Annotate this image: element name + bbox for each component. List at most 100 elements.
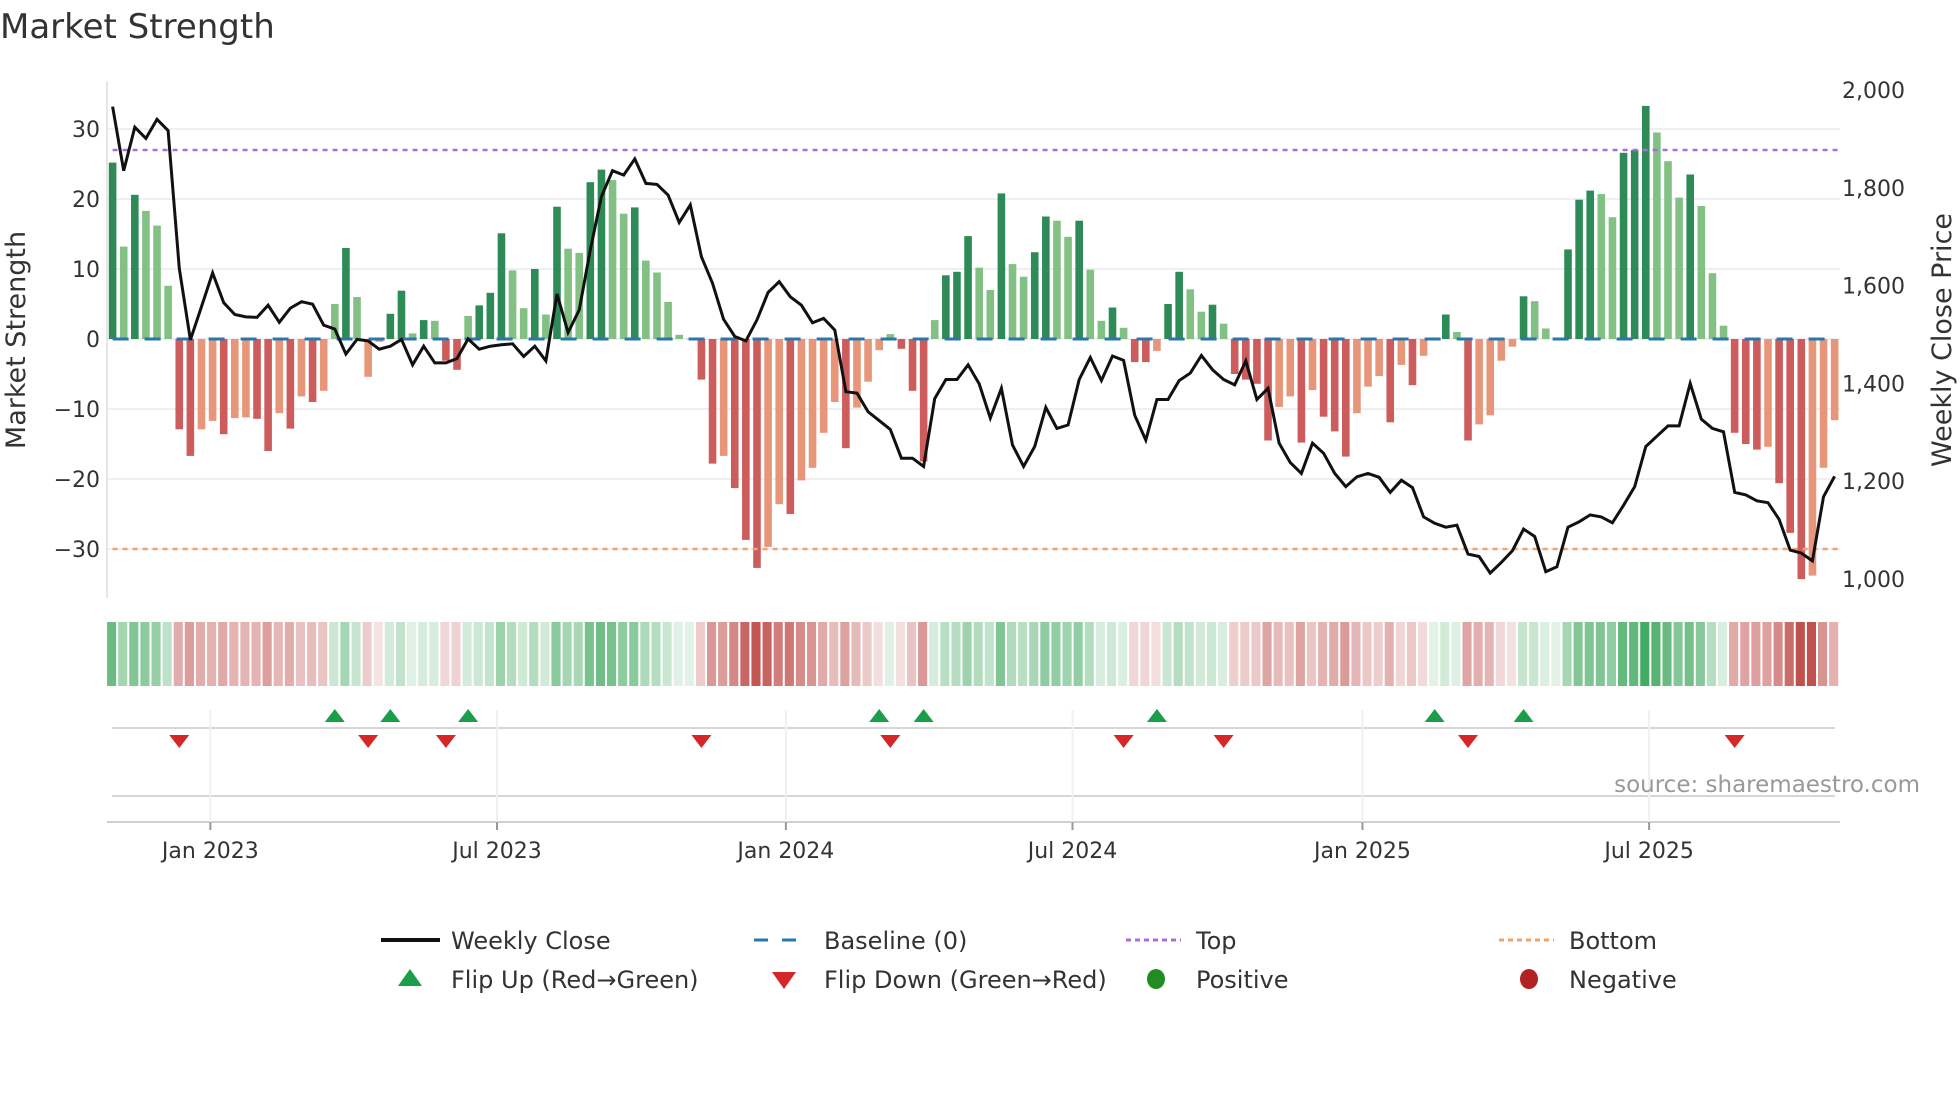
- strength-bar: [1719, 325, 1728, 339]
- legend-negative: Negative: [1569, 966, 1677, 994]
- heat-cell: [1595, 622, 1605, 686]
- strength-bar: [1664, 161, 1672, 339]
- heat-cell: [618, 622, 628, 686]
- strength-bar: [1386, 339, 1395, 423]
- strength-bar: [764, 339, 772, 547]
- y2-ticks: 2,000 1,800 1,600 1,400 1,200 1,000: [1842, 79, 1905, 593]
- strength-bar: [1375, 339, 1383, 377]
- strength-bar: [1230, 339, 1239, 374]
- strength-bar: [1008, 264, 1017, 339]
- y-tick-label: −30: [54, 538, 100, 563]
- heat-cell: [418, 622, 428, 686]
- strength-bar: [1653, 132, 1661, 339]
- heat-cell: [740, 622, 750, 686]
- heat-cell: [351, 622, 361, 686]
- heat-cell: [307, 622, 317, 686]
- strength-bar: [1342, 339, 1350, 457]
- strength-bar: [708, 339, 717, 464]
- strength-bar: [608, 180, 617, 339]
- strength-bar: [1286, 339, 1295, 397]
- strength-bar: [353, 297, 361, 339]
- heat-cell: [518, 622, 528, 686]
- heat-cell: [806, 622, 817, 686]
- strength-bar: [264, 339, 272, 451]
- heat-cell: [929, 622, 939, 686]
- strength-bar: [1697, 206, 1706, 339]
- heat-cell: [1618, 622, 1628, 686]
- strength-bar: [842, 339, 850, 449]
- strength-bar: [1564, 249, 1572, 339]
- heat-cell: [918, 622, 928, 686]
- flip-down-icon: [772, 972, 796, 989]
- strength-bar: [775, 339, 783, 505]
- heat-cell: [1206, 622, 1217, 686]
- legend-top: Top: [1195, 927, 1237, 955]
- strength-bar: [1775, 339, 1783, 484]
- heat-cell: [640, 622, 650, 686]
- strength-bar: [1042, 216, 1050, 339]
- strength-bar: [197, 339, 206, 430]
- strength-bar: [208, 339, 217, 421]
- strength-bar: [1408, 339, 1417, 386]
- strength-bar: [286, 339, 295, 429]
- heat-cell: [784, 622, 794, 686]
- strength-bar: [1119, 327, 1128, 339]
- heat-cell: [1518, 622, 1528, 686]
- heat-cell: [195, 622, 206, 686]
- flip-up-marker: [458, 709, 479, 722]
- y2-tick-label: 1,800: [1842, 177, 1905, 202]
- strength-bar: [653, 272, 661, 339]
- heat-cell: [551, 622, 561, 686]
- heat-cell: [584, 622, 594, 686]
- strength-bar: [1419, 339, 1428, 356]
- x-tick-label: Jan 2025: [1312, 839, 1411, 864]
- heat-cell: [1762, 622, 1772, 686]
- heat-cell: [1718, 622, 1728, 686]
- strength-bar: [231, 339, 239, 419]
- heat-cell: [706, 622, 717, 686]
- strength-bar: [553, 206, 561, 339]
- heat-cell: [1062, 622, 1072, 686]
- heat-cell: [729, 622, 739, 686]
- heat-cell: [1162, 622, 1172, 686]
- strength-bar: [397, 290, 406, 339]
- heat-cell: [573, 622, 583, 686]
- strength-bar: [386, 313, 395, 339]
- heat-cell: [684, 622, 694, 686]
- heat-cell: [262, 622, 272, 686]
- strength-bar: [1164, 304, 1172, 339]
- strength-bar: [1319, 339, 1328, 417]
- strength-bar: [1475, 339, 1483, 425]
- heat-cell: [540, 622, 550, 686]
- heat-cell: [284, 622, 294, 686]
- strength-bar: [1486, 339, 1495, 416]
- heat-cell: [940, 622, 950, 686]
- heat-cell: [1040, 622, 1050, 686]
- strength-bar: [497, 233, 506, 339]
- flip-up-marker: [1513, 709, 1534, 722]
- strength-bar: [1097, 320, 1106, 339]
- heat-cell: [1695, 622, 1705, 686]
- legend-weekly-close: Weekly Close: [451, 927, 611, 955]
- strength-bar: [1830, 339, 1839, 421]
- strength-bar: [997, 193, 1006, 339]
- heat-cell: [1562, 622, 1572, 686]
- heat-cell: [1251, 622, 1261, 686]
- heat-cell: [818, 622, 828, 686]
- heat-cell: [207, 622, 217, 686]
- strength-bar: [1586, 190, 1595, 339]
- heat-cell: [229, 622, 239, 686]
- y2-axis-label: Weekly Close Price: [1927, 213, 1958, 467]
- strength-bar: [1130, 339, 1139, 363]
- heat-cell: [1829, 622, 1839, 686]
- x-tick-label: Jan 2024: [735, 839, 834, 864]
- y-axis-label: Market Strength: [1, 231, 32, 449]
- strength-bar: [1541, 328, 1550, 339]
- heat-cell: [651, 622, 661, 686]
- heat-cell: [884, 622, 894, 686]
- strength-bar: [1353, 339, 1361, 414]
- y2-tick-label: 2,000: [1842, 79, 1905, 104]
- heat-cell: [851, 622, 861, 686]
- heat-cell: [1340, 622, 1350, 686]
- strength-bar: [186, 339, 195, 456]
